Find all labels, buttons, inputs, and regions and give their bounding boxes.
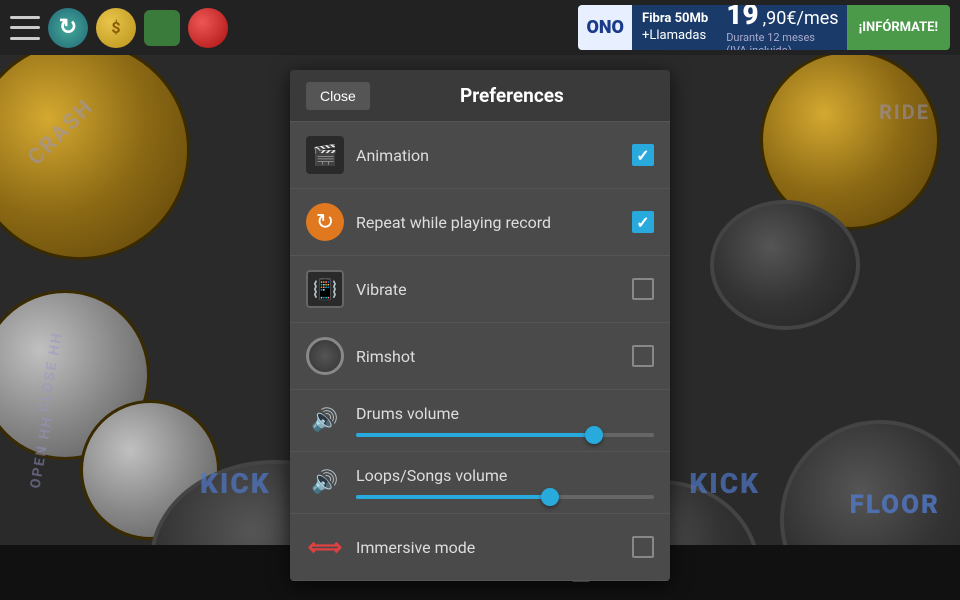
drums-volume-thumb[interactable] — [585, 426, 603, 444]
dialog-title: Preferences — [370, 84, 654, 107]
drums-volume-label: Drums volume — [356, 404, 654, 423]
rimshot-icon — [306, 337, 344, 375]
record-button[interactable] — [144, 10, 180, 46]
immersive-preference: Immersive mode — [290, 514, 670, 581]
repeat-label: Repeat while playing record — [356, 213, 632, 232]
ad-price: 19 ,90€/mes Durante 12 meses (IVA inclui… — [718, 5, 846, 50]
animation-icon — [306, 136, 344, 174]
animation-preference: Animation — [290, 122, 670, 189]
stop-button[interactable] — [188, 8, 228, 48]
vibrate-checkbox[interactable] — [632, 278, 654, 300]
vibrate-label: Vibrate — [356, 280, 632, 299]
drums-volume-control: Drums volume — [356, 404, 654, 437]
dialog-content: Animation Repeat while playing record Vi… — [290, 122, 670, 581]
drums-volume-icon: 🔊 — [306, 402, 344, 440]
loops-volume-thumb[interactable] — [541, 488, 559, 506]
rimshot-preference: Rimshot — [290, 323, 670, 390]
coin-button[interactable]: $ — [96, 8, 136, 48]
ad-cta-button[interactable]: ¡INFÓRMATE! — [847, 5, 950, 50]
loops-volume-icon: 🔊 — [306, 464, 344, 502]
drums-volume-fill — [356, 433, 594, 437]
menu-button[interactable] — [10, 16, 40, 40]
loops-volume-control: Loops/Songs volume — [356, 466, 654, 499]
preferences-dialog: Close Preferences Animation Repeat while… — [290, 70, 670, 581]
drums-volume-track[interactable] — [356, 433, 654, 437]
ad-banner: ONO Fibra 50Mb +Llamadas 19 ,90€/mes Dur… — [578, 5, 950, 50]
ad-text: Fibra 50Mb +Llamadas — [632, 11, 718, 45]
animation-checkbox[interactable] — [632, 144, 654, 166]
top-toolbar: ↻ $ ONO Fibra 50Mb +Llamadas 19 ,90€/mes… — [0, 0, 960, 55]
refresh-button[interactable]: ↻ — [48, 8, 88, 48]
rimshot-checkbox[interactable] — [632, 345, 654, 367]
ad-brand: ONO — [578, 5, 632, 50]
animation-label: Animation — [356, 146, 632, 165]
drums-volume-preference: 🔊 Drums volume — [290, 390, 670, 452]
repeat-icon — [306, 203, 344, 241]
toolbar-left: ↻ $ — [10, 8, 228, 48]
rimshot-label: Rimshot — [356, 347, 632, 366]
dialog-header: Close Preferences — [290, 70, 670, 122]
repeat-checkbox[interactable] — [632, 211, 654, 233]
immersive-icon — [306, 528, 344, 566]
loops-volume-fill — [356, 495, 550, 499]
repeat-preference: Repeat while playing record — [290, 189, 670, 256]
close-button[interactable]: Close — [306, 82, 370, 110]
loops-volume-label: Loops/Songs volume — [356, 466, 654, 485]
vibrate-icon — [306, 270, 344, 308]
vibrate-preference: Vibrate — [290, 256, 670, 323]
immersive-checkbox[interactable] — [632, 536, 654, 558]
immersive-label: Immersive mode — [356, 538, 632, 557]
loops-volume-track[interactable] — [356, 495, 654, 499]
loops-volume-preference: 🔊 Loops/Songs volume — [290, 452, 670, 514]
dialog-overlay: Close Preferences Animation Repeat while… — [0, 55, 960, 545]
